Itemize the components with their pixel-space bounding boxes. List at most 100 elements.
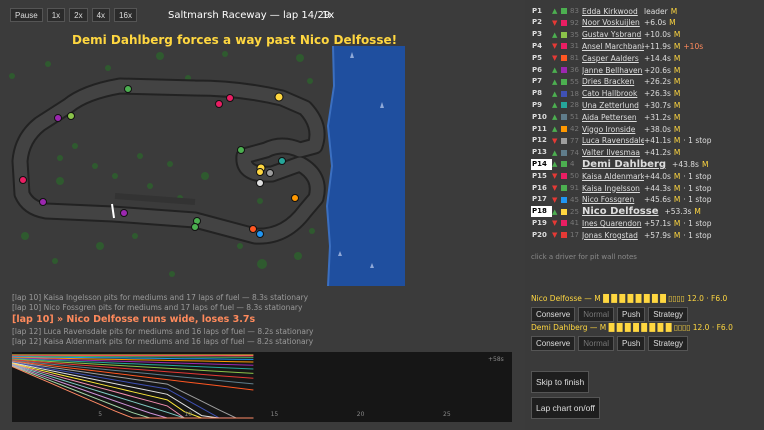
standings-row[interactable]: P19 ▼ 41 Ines Quarendon +57.1s M · 1 stop <box>531 217 712 229</box>
position-label: P14 <box>531 158 552 170</box>
standings-row[interactable]: P3 ▲ 35 Gustav Ysbrand +10.0s M <box>531 29 683 41</box>
tyre-compound: M <box>673 53 681 63</box>
lap-chart-tick-label: 5 <box>98 411 102 418</box>
standings-row[interactable]: P13 ▲ 74 Valter Ilvesmaa +41.2s M <box>531 147 683 159</box>
position-label: P19 <box>532 218 547 227</box>
driver-name[interactable]: Una Zetterlund <box>582 101 644 110</box>
event-log: [lap 10] Kaisa Ingelsson pits for medium… <box>12 293 512 347</box>
standings-row[interactable]: P11 ▲ 42 Viggo Ironside +38.0s M <box>531 123 683 135</box>
race-title: Saltmarsh Raceway — lap 14/29 <box>168 10 331 21</box>
tyre-compound: M <box>673 100 681 110</box>
lap-chart-toggle-button[interactable]: Lap chart on/off <box>531 397 600 419</box>
push-button[interactable]: Push <box>617 307 646 322</box>
strategy-button[interactable]: Strategy <box>648 307 689 322</box>
driver-name[interactable]: Kaisa Aldenmark <box>582 172 644 181</box>
gap: +45.6s <box>644 195 671 205</box>
standings-row[interactable]: P14 ▲ 4 Demi Dahlberg +43.8s M <box>531 158 711 170</box>
event-log-entry: [lap 10] » Nico Delfosse runs wide, lose… <box>12 314 256 325</box>
driver-name[interactable]: Cato Hallbrook <box>582 89 644 98</box>
car-number: 28 <box>570 101 579 110</box>
tyre-compound: M <box>673 136 681 146</box>
position-label: P7 <box>532 77 543 86</box>
driver-name[interactable]: Luca Ravensdale <box>582 136 644 145</box>
extra-info: · 1 stop <box>683 183 712 193</box>
normal-button[interactable]: Normal <box>578 307 615 322</box>
tyre-compound: M <box>594 294 601 303</box>
arrow-down-icon: ▼ <box>552 54 558 63</box>
fuel-stats: 12.0 · F6.0 <box>687 294 728 303</box>
standings-row[interactable]: P8 ▲ 18 Cato Hallbrook +26.3s M <box>531 88 683 100</box>
standings-row[interactable]: P20 ▼ 17 Jonas Krogstad +57.9s M · 1 stop <box>531 229 712 241</box>
car-number: 35 <box>570 30 579 39</box>
standings-row[interactable]: P9 ▲ 28 Una Zetterlund +30.7s M <box>531 99 683 111</box>
skip-to-finish-button[interactable]: Skip to finish <box>531 371 590 393</box>
driver-name[interactable]: Demi Dahlberg <box>582 159 666 170</box>
arrow-down-icon: ▼ <box>552 136 558 145</box>
car-marker <box>237 146 245 154</box>
driver-name[interactable]: Ansel Marchbanks <box>582 42 644 51</box>
position-label: P3 <box>532 30 543 39</box>
push-button[interactable]: Push <box>617 336 646 351</box>
speed-16x-button[interactable]: 16x <box>114 8 137 22</box>
standings-row[interactable]: P1 ▲ 83 Edda Kirkwood leader M <box>531 5 680 17</box>
conserve-button[interactable]: Conserve <box>531 307 576 322</box>
gap: +31.2s <box>644 112 671 122</box>
standings-row[interactable]: P4 ▼ 31 Ansel Marchbanks +11.9s M +10s <box>531 40 703 52</box>
team-color-swatch <box>561 196 567 203</box>
pause-button[interactable]: Pause <box>10 8 43 22</box>
car-number: 4 <box>570 160 575 169</box>
team-color-swatch <box>561 173 567 180</box>
position-label: P16 <box>532 183 547 192</box>
gap: +41.1s <box>644 136 671 146</box>
position-label: P2 <box>532 18 543 27</box>
driver-name[interactable]: Ines Quarendon <box>582 219 644 228</box>
arrow-up-icon: ▲ <box>552 125 558 133</box>
speed-2x-button[interactable]: 2x <box>69 8 88 22</box>
driver-name[interactable]: Janne Bellhaven <box>582 66 644 75</box>
standings-row[interactable]: P6 ▲ 36 Janne Bellhaven +20.6s M <box>531 64 683 76</box>
fuel-stats: 12.0 · F6.0 <box>692 323 733 332</box>
standings-row[interactable]: P12 ▼ 77 Luca Ravensdale +41.1s M · 1 stop <box>531 135 712 147</box>
driver-name[interactable]: Valter Ilvesmaa <box>582 148 644 157</box>
speed-4x-button[interactable]: 4x <box>91 8 111 22</box>
driver-name[interactable]: Gustav Ysbrand <box>582 30 644 39</box>
team-color-swatch <box>561 78 567 85</box>
driver-control-panel: Nico Delfosse — M █ █ █ █ █ █ █ █ ▯▯▯▯ 1… <box>531 294 727 322</box>
driver-name[interactable]: Casper Aalders <box>582 54 644 63</box>
standings-row[interactable]: P2 ▼ 92 Noor Voskuijlen +6.0s M <box>531 17 679 29</box>
driver-name[interactable]: Jonas Krogstad <box>582 231 644 240</box>
arrow-down-icon: ▼ <box>552 184 558 192</box>
car-marker <box>291 194 299 202</box>
standings-row[interactable]: P16 ▼ 91 Kaisa Ingelsson +44.3s M · 1 stop <box>531 182 712 194</box>
driver-name[interactable]: Aida Pettersen <box>582 113 644 122</box>
arrow-up-icon: ▲ <box>552 89 558 98</box>
position-label: P20 <box>532 230 547 239</box>
driver-name[interactable]: Dries Bracken <box>582 77 644 86</box>
driver-name[interactable]: Viggo Ironside <box>582 125 644 134</box>
speed-1x-button[interactable]: 1x <box>46 8 66 22</box>
conserve-button[interactable]: Conserve <box>531 336 576 351</box>
driver-name[interactable]: Kaisa Ingelsson <box>582 184 644 193</box>
car-number: 31 <box>570 42 579 51</box>
team-color-swatch <box>561 31 567 38</box>
standings-row[interactable]: P5 ▼ 81 Casper Aalders +14.4s M <box>531 52 683 64</box>
standings-row[interactable]: P15 ▼ 50 Kaisa Aldenmark +44.0s M · 1 stop <box>531 170 712 182</box>
arrow-up-icon: ▲ <box>552 207 558 216</box>
team-color-swatch <box>561 67 567 73</box>
driver-name[interactable]: Noor Voskuijlen <box>582 18 644 27</box>
standings-row[interactable]: P7 ▲ 55 Dries Bracken +26.2s M <box>531 76 683 88</box>
team-color-swatch <box>561 208 567 215</box>
extra-info: · 1 stop <box>683 218 712 228</box>
car-marker <box>256 168 264 176</box>
driver-status: Nico Delfosse — M █ █ █ █ █ █ █ █ ▯▯▯▯ 1… <box>531 294 728 303</box>
standings-row[interactable]: P17 ▼ 45 Nico Fossgren +45.6s M · 1 stop <box>531 194 712 206</box>
driver-name[interactable]: Edda Kirkwood <box>582 7 644 16</box>
driver-name[interactable]: Nico Fossgren <box>582 195 644 204</box>
normal-button[interactable]: Normal <box>578 336 615 351</box>
strategy-button[interactable]: Strategy <box>648 336 689 351</box>
tyre-compound: M <box>673 195 681 205</box>
gap: +57.1s <box>644 218 671 228</box>
driver-name[interactable]: Nico Delfosse <box>582 206 659 217</box>
standings-row[interactable]: P10 ▲ 51 Aida Pettersen +31.2s M <box>531 111 683 123</box>
standings-row[interactable]: P18 ▲ 25 Nico Delfosse +53.3s M <box>531 206 704 218</box>
